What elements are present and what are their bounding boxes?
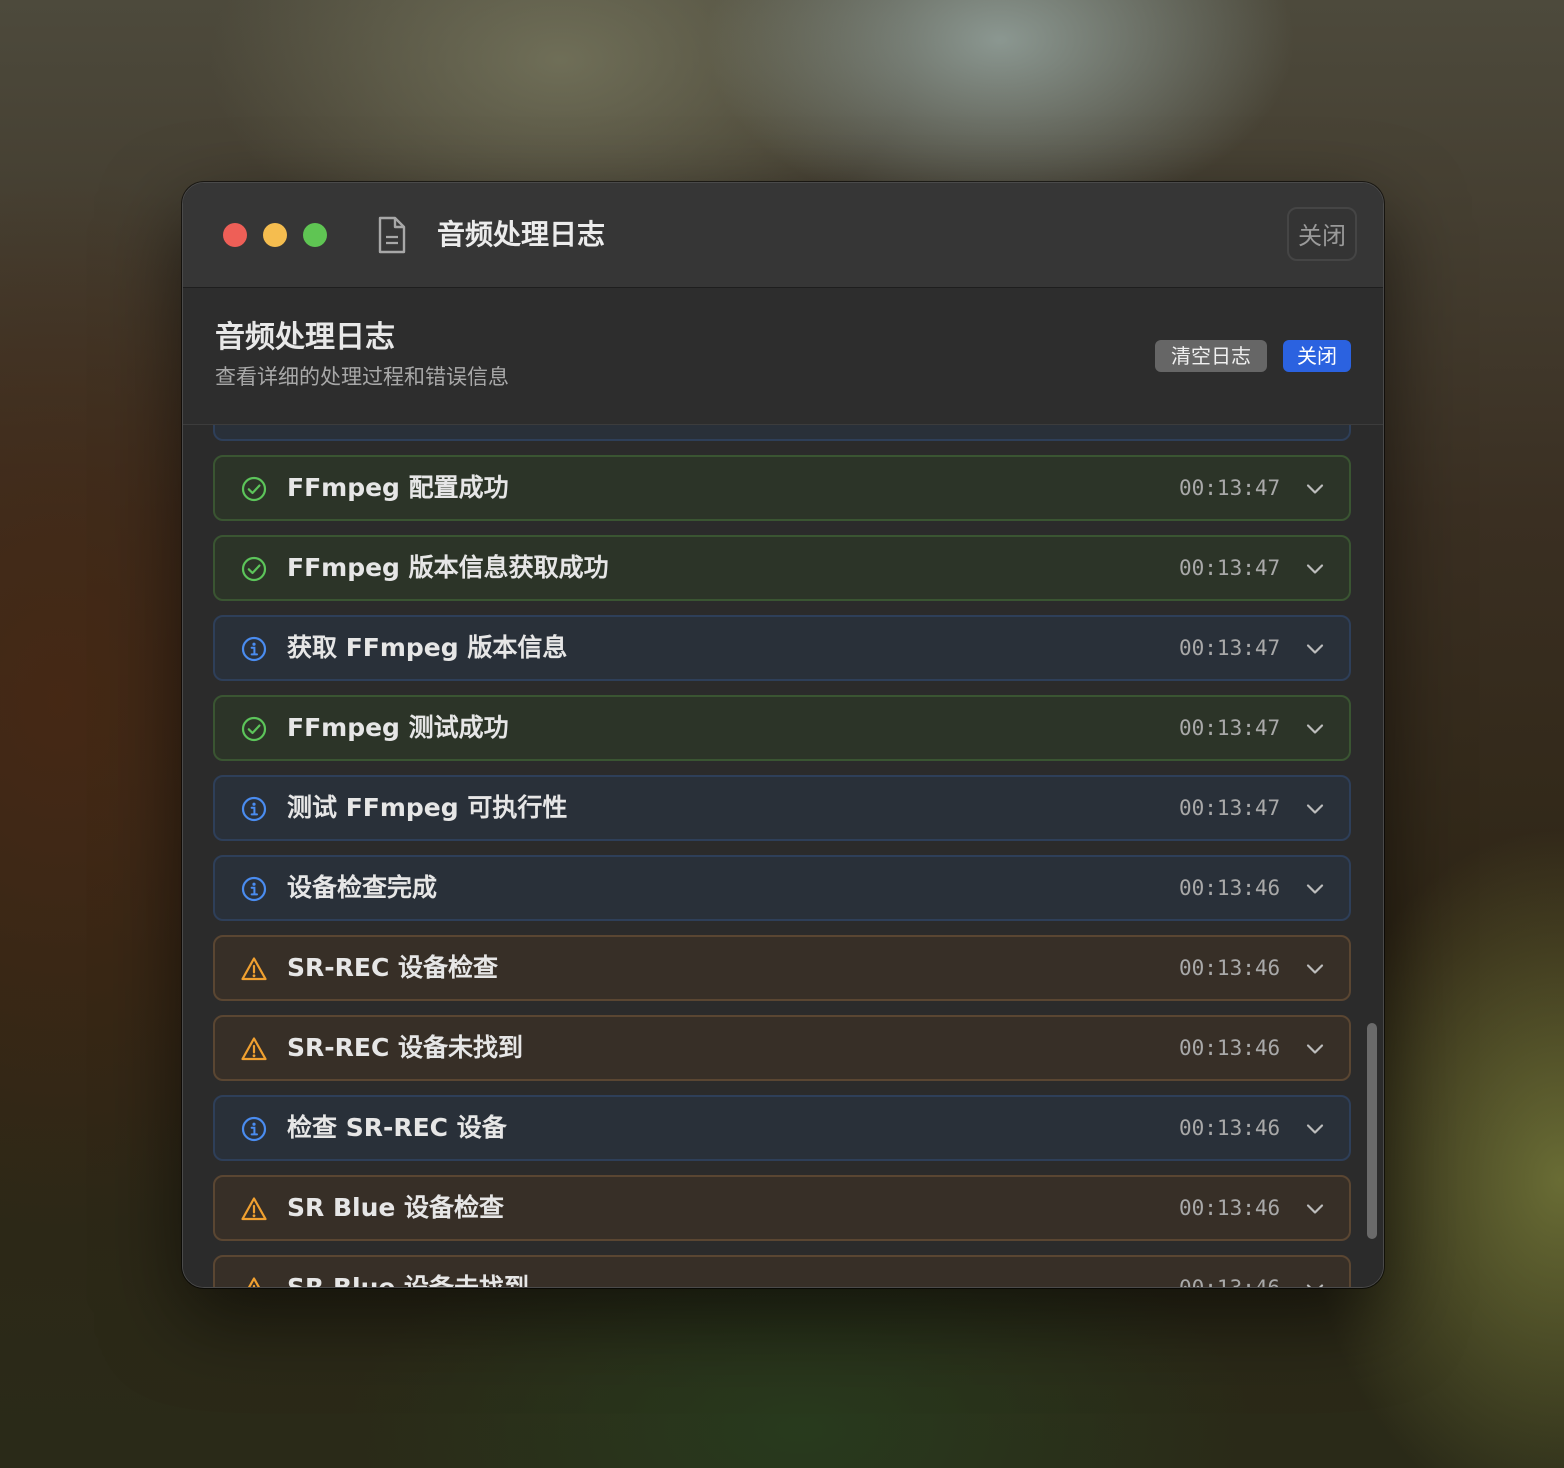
clear-log-button[interactable]: 清空日志 <box>1155 340 1267 372</box>
chevron-down-icon[interactable] <box>1305 879 1325 899</box>
close-window-button[interactable] <box>223 223 247 247</box>
page-subtitle: 查看详细的处理过程和错误信息 <box>215 365 509 389</box>
log-timestamp: 00:13:46 <box>1179 1036 1281 1060</box>
log-timestamp: 00:13:47 <box>1179 556 1281 580</box>
warning-triangle-icon <box>241 957 267 981</box>
title-bar: 音频处理日志 关闭 <box>183 183 1383 288</box>
log-timestamp: 00:13:47 <box>1179 476 1281 500</box>
log-timestamp: 00:13:46 <box>1179 1116 1281 1140</box>
minimize-window-button[interactable] <box>263 223 287 247</box>
warning-triangle-icon <box>247 1277 261 1287</box>
info-circle-icon <box>241 636 267 662</box>
chevron-down-icon[interactable] <box>1305 959 1325 979</box>
log-timestamp: 00:13:46 <box>1179 1257 1280 1287</box>
log-entry[interactable]: 测试 FFmpeg 可执行性 00:13:47 <box>213 775 1351 841</box>
log-message: SR Blue 设备未找到 <box>287 1257 529 1287</box>
chevron-down-icon[interactable] <box>1305 1119 1325 1139</box>
log-entry[interactable]: 获取 FFmpeg 版本信息 00:13:47 <box>213 615 1351 681</box>
log-window: 音频处理日志 关闭 音频处理日志 查看详细的处理过程和错误信息 清空日志 关闭 … <box>182 182 1384 1288</box>
chevron-down-icon[interactable] <box>1305 1039 1325 1059</box>
log-message: 检查 SR-REC 设备 <box>287 1113 507 1142</box>
page-title: 音频处理日志 <box>215 320 395 355</box>
log-message: 测试 FFmpeg 可执行性 <box>287 793 568 822</box>
log-entry[interactable]: 检查 SR-REC 设备 00:13:46 <box>213 1095 1351 1161</box>
log-timestamp: 00:13:46 <box>1179 876 1281 900</box>
log-list[interactable]: FFmpeg 配置成功 00:13:47 FFmpeg 版本信息获取成功 00:13:… <box>183 425 1383 1287</box>
info-circle-icon <box>241 876 267 902</box>
info-circle-icon <box>241 1116 267 1142</box>
log-entry-partial-top[interactable] <box>213 425 1351 441</box>
log-timestamp: 00:13:47 <box>1179 796 1281 820</box>
warning-triangle-icon <box>241 1197 267 1221</box>
log-entry[interactable]: FFmpeg 配置成功 00:13:47 <box>213 455 1351 521</box>
log-message: FFmpeg 配置成功 <box>287 473 509 502</box>
log-entry[interactable]: SR Blue 设备检查 00:13:46 <box>213 1175 1351 1241</box>
chevron-down-icon[interactable] <box>1305 719 1325 739</box>
chevron-down-icon[interactable] <box>1305 799 1325 819</box>
log-timestamp: 00:13:47 <box>1179 636 1281 660</box>
log-message: FFmpeg 版本信息获取成功 <box>287 553 609 582</box>
close-button[interactable]: 关闭 <box>1283 340 1351 372</box>
log-message: SR-REC 设备检查 <box>287 953 499 982</box>
window-title: 音频处理日志 <box>437 218 606 251</box>
chevron-down-icon[interactable] <box>1305 1279 1325 1287</box>
log-message: 获取 FFmpeg 版本信息 <box>287 633 568 662</box>
check-circle-icon <box>241 476 267 502</box>
scrollbar-thumb[interactable] <box>1367 1023 1377 1239</box>
titlebar-close-button[interactable]: 关闭 <box>1287 207 1357 261</box>
info-circle-icon <box>241 796 267 822</box>
log-header: 音频处理日志 查看详细的处理过程和错误信息 清空日志 关闭 <box>183 288 1383 426</box>
chevron-down-icon[interactable] <box>1305 1199 1325 1219</box>
log-message: SR Blue 设备检查 <box>287 1193 505 1222</box>
log-timestamp: 00:13:46 <box>1179 956 1281 980</box>
chevron-down-icon[interactable] <box>1305 639 1325 659</box>
log-timestamp: 00:13:46 <box>1179 1196 1281 1220</box>
zoom-window-button[interactable] <box>303 223 327 247</box>
log-entry[interactable]: FFmpeg 测试成功 00:13:47 <box>213 695 1351 761</box>
log-message: 设备检查完成 <box>287 873 438 902</box>
log-message: FFmpeg 测试成功 <box>287 713 509 742</box>
chevron-down-icon[interactable] <box>1305 479 1325 499</box>
warning-triangle-icon <box>241 1037 267 1061</box>
log-entry[interactable]: SR Blue 设备未找到 00:13:46 <box>213 1255 1351 1287</box>
log-message: SR-REC 设备未找到 <box>287 1033 524 1062</box>
log-entry[interactable]: FFmpeg 版本信息获取成功 00:13:47 <box>213 535 1351 601</box>
document-icon <box>378 216 406 254</box>
log-entry[interactable]: SR-REC 设备未找到 00:13:46 <box>213 1015 1351 1081</box>
check-circle-icon <box>241 556 267 582</box>
log-entry[interactable]: 设备检查完成 00:13:46 <box>213 855 1351 921</box>
check-circle-icon <box>241 716 267 742</box>
chevron-down-icon[interactable] <box>1305 559 1325 579</box>
log-entry[interactable]: SR-REC 设备检查 00:13:46 <box>213 935 1351 1001</box>
log-timestamp: 00:13:47 <box>1179 716 1281 740</box>
